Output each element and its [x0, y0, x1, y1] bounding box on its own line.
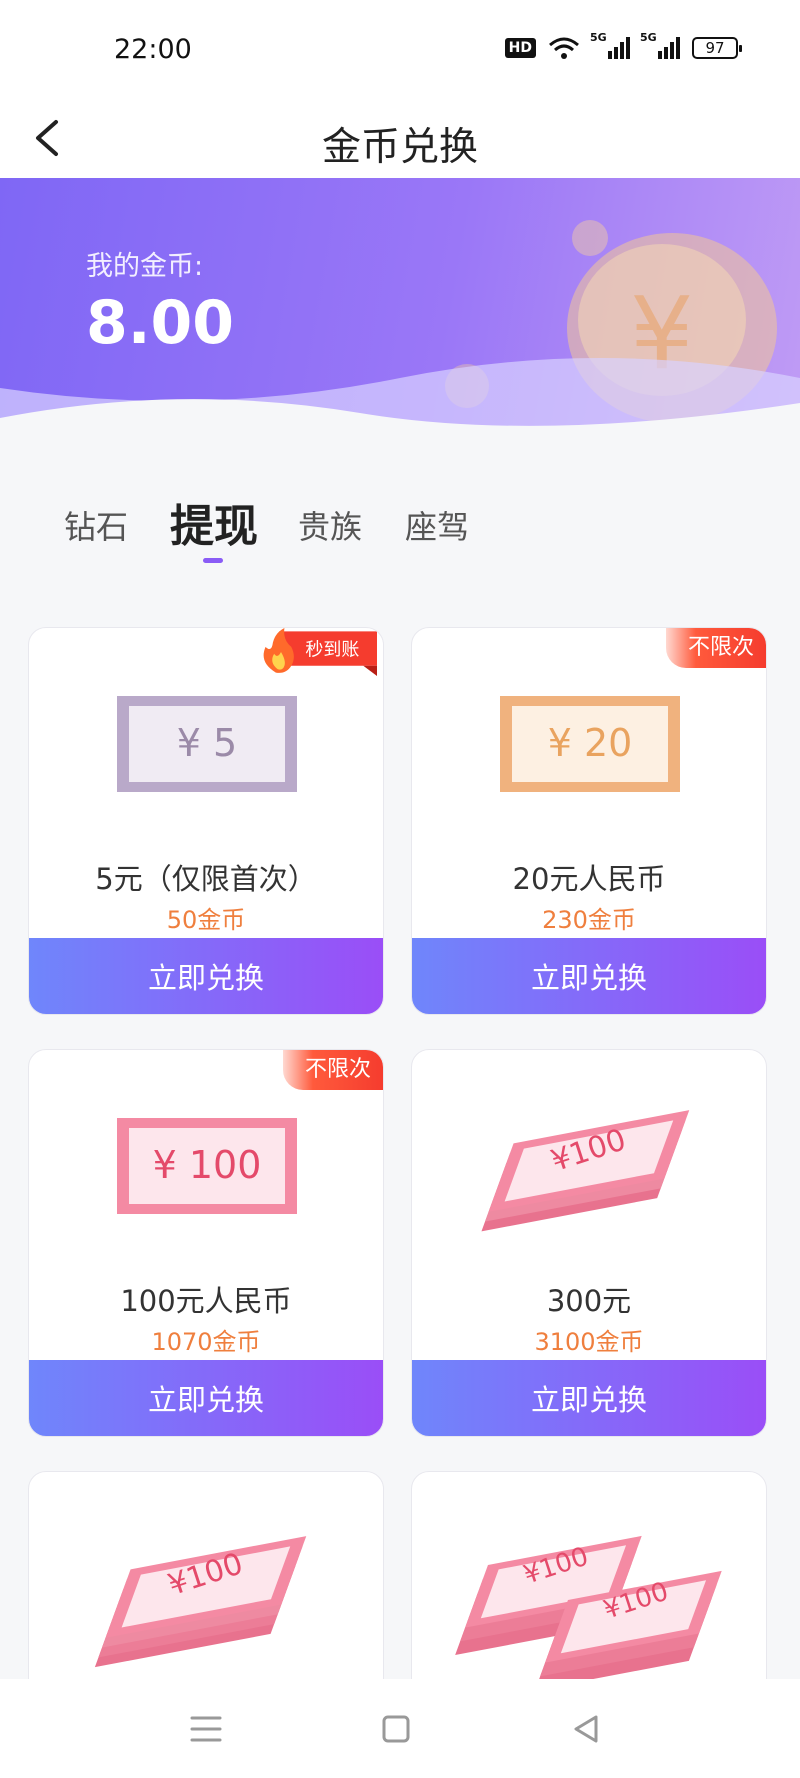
- instant-badge: 秒到账: [263, 628, 377, 676]
- triangle-back-icon: [574, 1715, 598, 1743]
- card-price: 3100金币: [534, 1328, 644, 1356]
- exchange-button[interactable]: 立即兑换: [412, 938, 766, 1014]
- coin-label: 我的金币:: [86, 251, 204, 282]
- status-bar: 22:00 HD 5G 5G 97: [0, 0, 800, 100]
- card-price: 1070金币: [151, 1328, 261, 1356]
- coin-balance-banner: ¥ 我的金币: 8.00: [0, 178, 800, 478]
- tab-noble[interactable]: 贵族: [298, 502, 362, 548]
- signal-icon: 5G: [640, 31, 680, 59]
- signal-icon: 5G: [590, 31, 630, 59]
- card-title: 20元人民币: [512, 862, 666, 896]
- banknote-stack-icon: ¥100: [94, 1536, 307, 1668]
- svg-text:¥ 20: ¥ 20: [548, 721, 633, 765]
- card-title: 300元: [546, 1284, 632, 1318]
- nav-bar: 金币兑换: [0, 100, 800, 178]
- svg-text:¥ 100: ¥ 100: [153, 1143, 262, 1187]
- tab-vehicle[interactable]: 座驾: [405, 502, 469, 548]
- exchange-card: ¥ 5 秒到账 5元（仅限首次） 50金币 立即兑换: [28, 627, 384, 1015]
- tab-withdraw[interactable]: 提现: [170, 490, 258, 554]
- svg-text:秒到账: 秒到账: [305, 639, 359, 660]
- card-title: 5元（仅限首次）: [95, 862, 317, 896]
- status-icons: HD 5G 5G 97: [504, 31, 742, 60]
- status-time: 22:00: [114, 34, 192, 65]
- category-tabs: 钻石 提现 贵族 座驾: [0, 488, 800, 568]
- exchange-button[interactable]: 立即兑换: [412, 1360, 766, 1436]
- active-tab-indicator: [203, 558, 223, 563]
- exchange-card: ¥ 20 不限次 20元人民币 230金币 立即兑换: [411, 627, 767, 1015]
- menu-button[interactable]: [182, 1705, 230, 1753]
- wifi-icon: [549, 37, 579, 59]
- unlimited-badge: 不限次: [282, 1050, 383, 1090]
- system-nav-bar: [0, 1679, 800, 1778]
- home-button[interactable]: [372, 1705, 420, 1753]
- exchange-button[interactable]: 立即兑换: [29, 938, 383, 1014]
- square-icon: [382, 1715, 410, 1743]
- card-price: 230金币: [542, 906, 636, 934]
- unlimited-badge: 不限次: [665, 628, 766, 668]
- battery-icon: 97: [692, 37, 742, 59]
- tab-diamond[interactable]: 钻石: [64, 502, 128, 548]
- back-nav-button[interactable]: [562, 1705, 610, 1753]
- card-title: 100元人民币: [120, 1284, 292, 1318]
- svg-text:¥ 5: ¥ 5: [177, 721, 237, 765]
- exchange-button[interactable]: 立即兑换: [29, 1360, 383, 1436]
- menu-icon: [190, 1716, 222, 1742]
- exchange-card: ¥ 100 不限次 100元人民币 1070金币 立即兑换: [28, 1049, 384, 1437]
- hd-icon: HD: [504, 38, 536, 58]
- banknote-stack-icon: ¥100 ¥100: [455, 1535, 722, 1682]
- card-price: 50金币: [166, 906, 246, 934]
- banknote-stack-icon: ¥100: [481, 1110, 690, 1232]
- coin-balance: 8.00: [86, 288, 235, 358]
- page-title: 金币兑换: [321, 125, 478, 170]
- exchange-card: ¥100 300元 3100金币 立即兑换: [411, 1049, 767, 1437]
